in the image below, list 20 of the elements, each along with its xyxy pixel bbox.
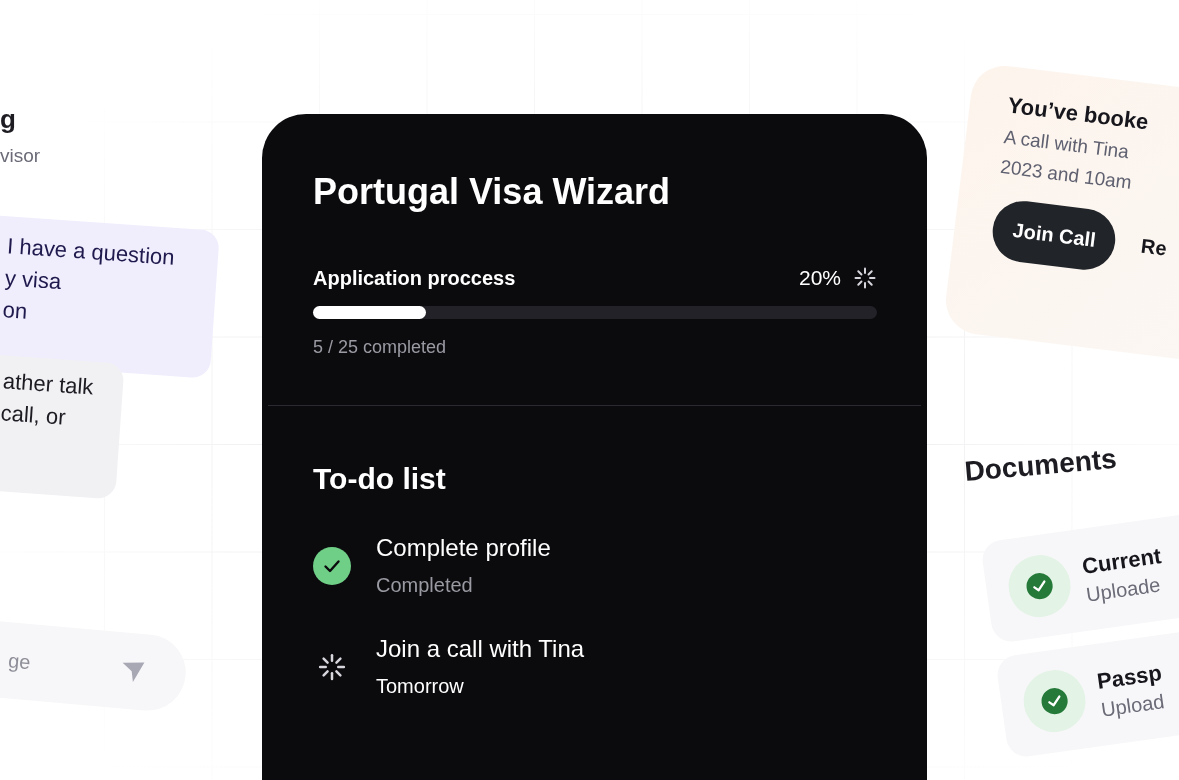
contact-name: g [0, 104, 17, 135]
spinner-icon [853, 266, 877, 290]
wizard-title: Portugal Visa Wizard [313, 170, 672, 214]
progress-percent: 20% [798, 266, 841, 290]
spinner-icon [317, 651, 347, 682]
message-text: ather talk [1, 367, 96, 402]
documents-title: Documents [963, 442, 1118, 488]
check-icon [313, 546, 351, 585]
task-status: Tomorrow [376, 675, 465, 698]
message-field[interactable]: ge [5, 647, 82, 680]
secondary-button[interactable]: Re [1139, 234, 1168, 261]
task-title: Join a call with Tina [376, 635, 585, 663]
todo-title: To-do list [313, 462, 447, 496]
message-text: on [1, 296, 30, 326]
contact-role: visor [0, 145, 41, 167]
message-text: call, or [0, 399, 68, 432]
task-title: Complete profile [376, 534, 551, 562]
progress-label: Application proccess [313, 266, 516, 290]
task-status: Completed [376, 574, 474, 597]
progress-count: 5 / 25 completed [313, 337, 448, 358]
